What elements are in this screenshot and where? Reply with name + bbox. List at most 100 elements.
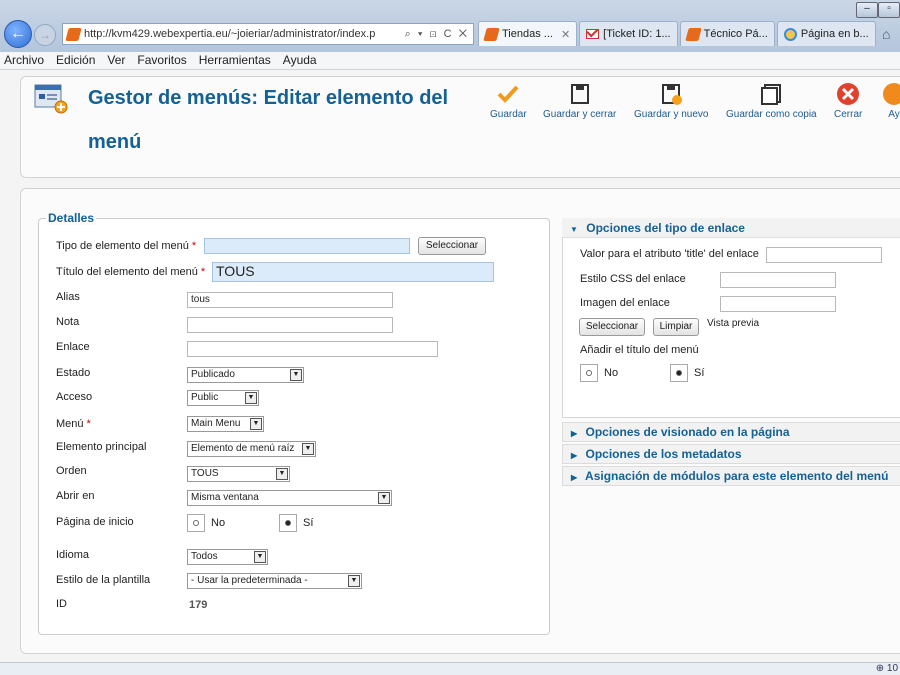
menu-edicion[interactable]: Edición — [56, 52, 95, 69]
idioma-row: Idioma — [56, 545, 89, 565]
save-close-label: Guardar y cerrar — [543, 109, 617, 120]
save-copy-button[interactable]: Guardar como copia — [726, 82, 817, 120]
menu-row: Menú * — [56, 414, 91, 434]
close-label: Cerrar — [834, 109, 863, 120]
abrir-select[interactable]: Misma ventana ▼ — [187, 490, 392, 506]
add-title-si-radio[interactable]: Sí — [670, 364, 704, 382]
menu-ver[interactable]: Ver — [107, 52, 125, 69]
tipo-input[interactable] — [204, 238, 410, 254]
menu-manager-icon — [34, 84, 68, 114]
dropdown-arrow-icon: ▼ — [290, 369, 302, 381]
browser-chrome: ← → http://kvm429.webexpertia.eu/~joieri… — [0, 0, 900, 52]
orden-label: Orden — [56, 465, 87, 477]
save-button[interactable]: Guardar — [490, 82, 527, 120]
address-tools-icon[interactable]: ⌕ ▾ ⊡ C ✕ — [405, 28, 473, 41]
tab-label: Tiendas ... — [502, 28, 553, 40]
close-icon — [837, 83, 860, 105]
forward-button[interactable]: → — [34, 24, 56, 46]
css-input[interactable] — [720, 272, 836, 288]
menu-favoritos[interactable]: Favoritos — [137, 52, 186, 69]
principal-select[interactable]: Elemento de menú raíz ▼ — [187, 441, 316, 457]
inicio-no-radio[interactable]: No — [187, 514, 225, 532]
accordion-modules-label: Asignación de módulos para este elemento… — [585, 469, 889, 483]
add-title-no-radio[interactable]: No — [580, 364, 618, 382]
orden-select[interactable]: TOUS ▼ — [187, 466, 290, 482]
idioma-select[interactable]: Todos ▼ — [187, 549, 268, 565]
close-button[interactable]: Cerrar — [834, 82, 862, 120]
tab-tiendas[interactable]: Tiendas ... ✕ — [478, 21, 578, 46]
browser-status-bar: ⊕ 10 — [0, 662, 900, 675]
tipo-select-button[interactable]: Seleccionar — [418, 237, 486, 255]
menu-ayuda[interactable]: Ayuda — [283, 52, 317, 69]
collapsed-triangle-icon: ▶ — [571, 451, 578, 460]
alias-row: Alias — [56, 287, 80, 307]
tab-close-icon[interactable]: ✕ — [561, 28, 570, 41]
save-close-button[interactable]: Guardar y cerrar — [543, 82, 616, 120]
orden-value: TOUS — [191, 468, 219, 479]
menu-label: Menú — [56, 418, 84, 430]
collapsed-triangle-icon: ▶ — [571, 473, 578, 482]
principal-label: Elemento principal — [56, 441, 147, 453]
add-title-label: Añadir el título del menú — [580, 344, 699, 356]
dropdown-arrow-icon: ▼ — [302, 443, 314, 455]
minimize-button[interactable]: – — [856, 2, 878, 18]
image-clear-button[interactable]: Limpiar — [653, 318, 699, 336]
idioma-value: Todos — [191, 551, 218, 562]
titulo-input[interactable]: TOUS — [212, 262, 494, 282]
zoom-level[interactable]: ⊕ 10 — [876, 663, 898, 674]
radio-dot — [193, 520, 199, 526]
enlace-input[interactable] — [187, 341, 438, 357]
acceso-row: Acceso — [56, 387, 92, 407]
link-options-header[interactable]: ▼ Opciones del tipo de enlace — [562, 218, 900, 238]
estado-value: Publicado — [191, 369, 235, 380]
menu-select[interactable]: Main Menu ▼ — [187, 416, 264, 432]
radio-dot-selected — [676, 370, 682, 376]
tab-tecnico[interactable]: Técnico Pá... — [679, 21, 775, 46]
help-button[interactable]: Ay — [882, 82, 900, 120]
tab-label: [Ticket ID: 1... — [603, 28, 671, 40]
help-icon — [883, 83, 900, 105]
maximize-button[interactable]: ▫ — [878, 2, 900, 18]
estado-select[interactable]: Publicado ▼ — [187, 367, 304, 383]
titulo-label: Título del elemento del menú — [56, 266, 198, 278]
acceso-value: Public — [191, 392, 219, 403]
radio-box — [279, 514, 297, 532]
save-new-button[interactable]: Guardar y nuevo — [634, 82, 709, 120]
radio-box — [187, 514, 205, 532]
idioma-label: Idioma — [56, 549, 90, 561]
estilo-label: Estilo de la plantilla — [56, 574, 151, 586]
dropdown-arrow-icon: ▼ — [245, 392, 257, 404]
required-mark: * — [86, 418, 91, 430]
acceso-select[interactable]: Public ▼ — [187, 390, 259, 406]
tab-ticket[interactable]: [Ticket ID: 1... — [579, 21, 678, 46]
image-input[interactable] — [720, 296, 836, 312]
joomla-icon — [684, 27, 702, 41]
inicio-si-radio[interactable]: Sí — [279, 514, 313, 532]
estilo-select[interactable]: - Usar la predeterminada - ▼ — [187, 573, 362, 589]
principal-row: Elemento principal — [56, 437, 147, 457]
estado-label: Estado — [56, 367, 91, 379]
radio-box — [670, 364, 688, 382]
accordion-metadata-options[interactable]: ▶ Opciones de los metadatos — [562, 444, 900, 464]
alias-input[interactable]: tous — [187, 292, 393, 308]
abrir-value: Misma ventana — [191, 492, 259, 503]
inicio-row: Página de inicio — [56, 512, 134, 532]
menu-herramientas[interactable]: Herramientas — [199, 52, 271, 69]
image-select-button[interactable]: Seleccionar — [579, 318, 645, 336]
dropdown-arrow-icon: ▼ — [348, 575, 360, 587]
address-bar[interactable]: http://kvm429.webexpertia.eu/~joieriar/a… — [62, 23, 474, 45]
accordion-module-assignment[interactable]: ▶ Asignación de módulos para este elemen… — [562, 466, 900, 486]
accordion-display-options[interactable]: ▶ Opciones de visionado en la página — [562, 422, 900, 442]
home-icon[interactable]: ⌂ — [882, 26, 898, 42]
check-icon — [497, 85, 519, 103]
nota-input[interactable] — [187, 317, 393, 333]
tab-pagina[interactable]: Página en b... — [776, 21, 876, 46]
address-url: http://kvm429.webexpertia.eu/~joieriar/a… — [84, 28, 376, 40]
titulo-row: Título del elemento del menú * — [56, 262, 205, 282]
title-attr-input[interactable] — [766, 247, 882, 263]
save-copy-label: Guardar como copia — [726, 109, 817, 120]
help-label: Ay — [888, 109, 900, 120]
enlace-label: Enlace — [56, 341, 90, 353]
menu-archivo[interactable]: Archivo — [4, 52, 44, 69]
back-button[interactable]: ← — [4, 20, 32, 48]
